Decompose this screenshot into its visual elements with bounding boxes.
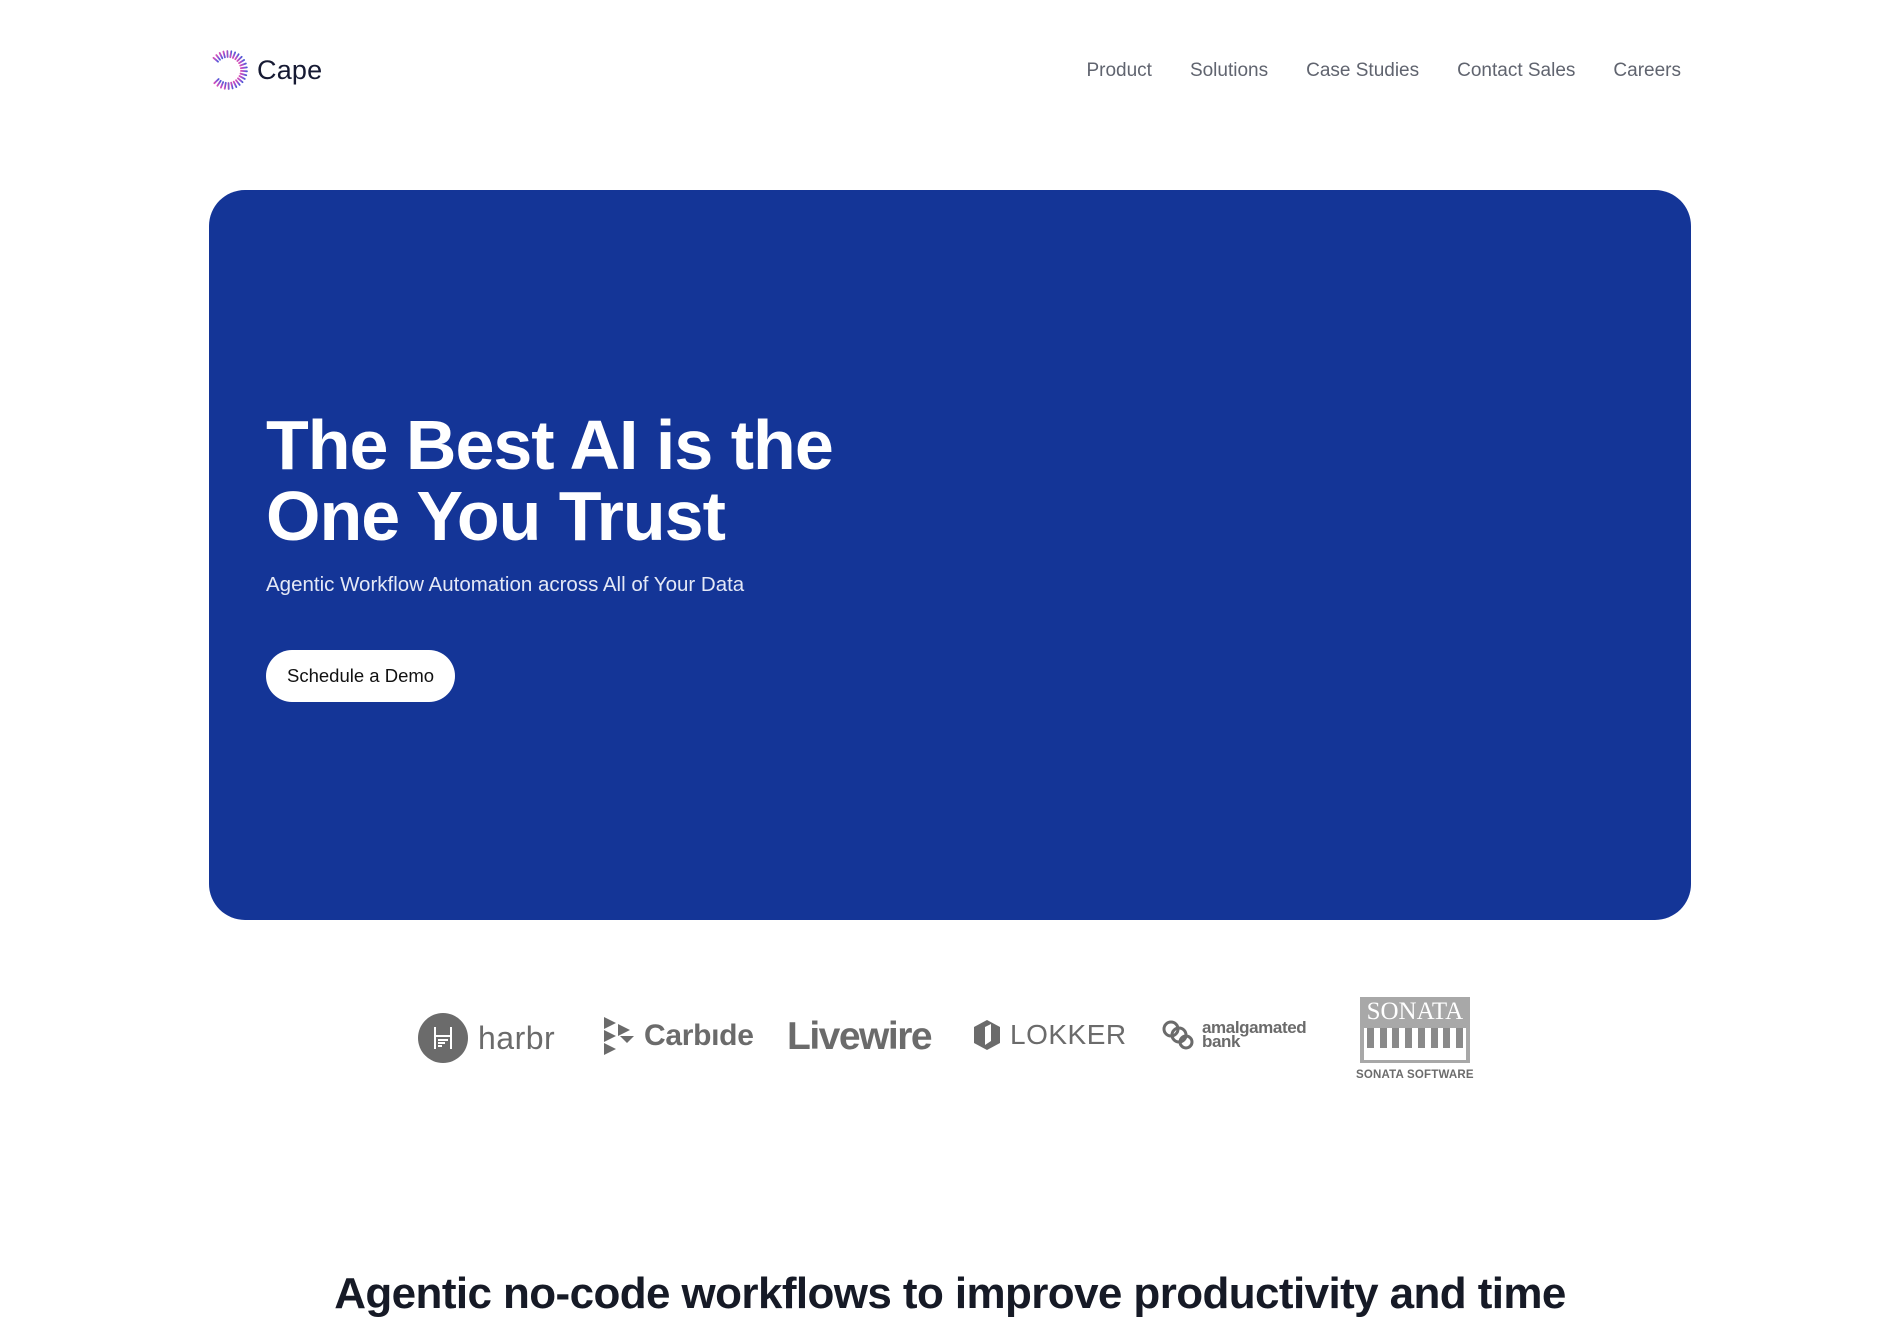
hero-subtitle: Agentic Workflow Automation across All o… [266,573,745,596]
logo-tick [213,78,220,85]
client-name: SONATA [1366,998,1464,1025]
hero-title: The Best AI is the One You Trust [266,410,834,555]
carbide-triangles-icon [604,1017,634,1055]
client-name: Carbıde [644,1019,754,1052]
hero-banner: The Best AI is the One You Trust Agentic… [209,190,1691,920]
logo-tick [232,80,238,88]
nav-item-case-studies[interactable]: Case Studies [1306,58,1419,84]
logo-tick [223,81,227,90]
client-name: harbr [478,1019,556,1056]
brand-logo[interactable]: Cape [207,49,322,91]
logo-tick [230,81,234,90]
logo-tick [239,62,247,67]
piano-keys-icon: SONATA [1359,997,1470,1063]
client-name: LOKKER [1010,1019,1127,1050]
logo-tick [238,75,246,80]
logo-tick [229,50,233,59]
logo-tick [239,66,248,70]
client-name: Livewire [787,1015,933,1058]
client-logo-livewire: Livewire [787,1015,933,1059]
hero-title-line2: One You Trust [266,477,726,555]
logo-tick [237,77,244,84]
logo-tick [218,52,224,60]
logo-tick [235,79,241,86]
client-logo-carbide: Carbıde [602,1017,754,1055]
nav-item-product[interactable]: Product [1086,58,1151,84]
client-logo-sonata: SONATA SONATA SOFTWARE [1356,997,1474,1081]
nav-item-solutions[interactable]: Solutions [1190,58,1268,84]
logo-tick [239,72,248,77]
logo-tick [234,53,240,61]
nav-item-contact-sales[interactable]: Contact Sales [1457,58,1575,84]
logo-tick [222,50,226,59]
harbr-ladder-icon [418,1013,468,1063]
logo-tick [231,51,237,59]
client-logos: harbr Carbıde Livewire LOKKER amalgamate… [0,995,1900,1085]
lokker-hexagon-icon [974,1020,1000,1050]
client-caption: SONATA SOFTWARE [1356,1069,1474,1081]
logo-tick [216,79,222,87]
hero-title-line1: The Best AI is the [266,406,834,484]
nav-item-careers[interactable]: Careers [1613,58,1681,84]
logo-tick [215,54,221,61]
dashed-arc-logo-icon [212,50,248,90]
client-logo-lokker: LOKKER [972,1019,1127,1051]
logo-tick [212,56,219,63]
brand-name: Cape [257,54,323,85]
amalgamated-rings-icon [1162,1020,1194,1050]
logo-tick [219,81,225,89]
main-nav: Product Solutions Case Studies Contact S… [1086,58,1681,84]
logo-tick [238,59,246,65]
logo-tick [236,55,243,62]
schedule-demo-button[interactable]: Schedule a Demo [266,650,456,702]
section-title: Agentic no-code workflows to improve pro… [334,1269,1566,1318]
client-name-line2: bank [1202,1032,1241,1051]
client-logo-harbr: harbr [418,1013,555,1063]
client-logo-amalgamated-bank: amalgamated bank [1160,1017,1307,1053]
